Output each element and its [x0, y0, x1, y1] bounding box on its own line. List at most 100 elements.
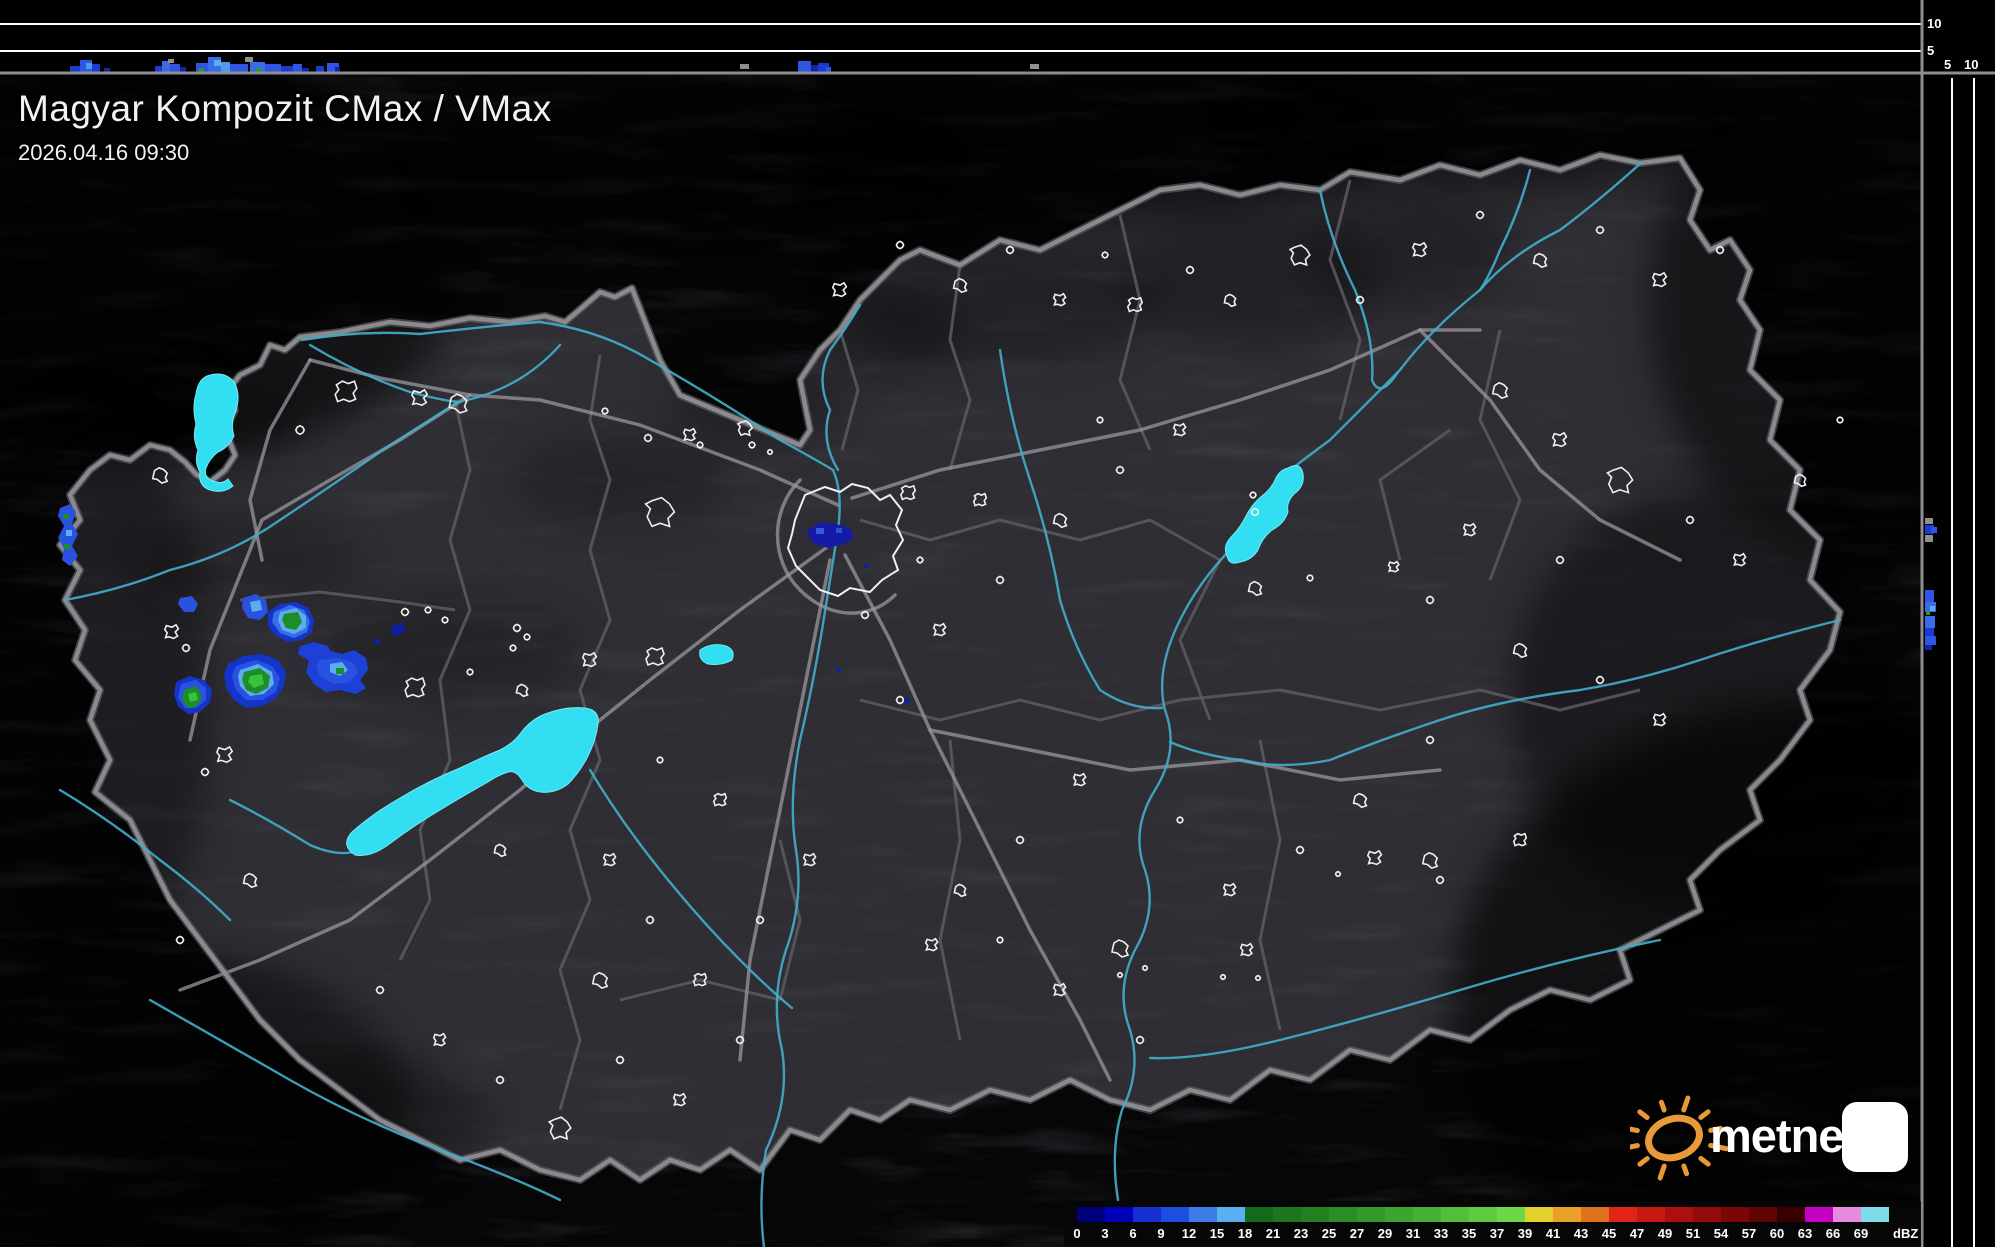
colorbar-tick-label: 45 — [1602, 1226, 1616, 1241]
top-strip-echo — [281, 66, 293, 72]
colorbar-tick-label: 49 — [1658, 1226, 1672, 1241]
colorbar-segment — [1161, 1207, 1189, 1222]
colorbar-segment — [1609, 1207, 1637, 1222]
colorbar-segment — [1217, 1207, 1245, 1222]
right-strip-echo — [1925, 645, 1932, 650]
right-strip-echo — [1925, 636, 1936, 645]
colorbar-segment — [1441, 1207, 1469, 1222]
colorbar-tick-label: 21 — [1266, 1226, 1280, 1241]
sun-ray — [1640, 1112, 1647, 1118]
mountain-shade — [170, 1055, 490, 1185]
map-area — [0, 40, 1995, 1247]
radar-echo-dot — [64, 544, 70, 549]
top-strip-echo — [221, 62, 230, 72]
right-profile-axis-label-10: 10 — [1964, 57, 1978, 72]
colorbar-tick-label: 39 — [1518, 1226, 1532, 1241]
colorbar-segment — [1133, 1207, 1161, 1222]
colorbar-tick-label: 51 — [1686, 1226, 1700, 1241]
page-title: Magyar Kompozit CMax / VMax — [18, 88, 552, 130]
right-strip-echo — [1930, 606, 1935, 611]
colorbar-swatches — [1077, 1207, 1889, 1222]
colorbar-tick-label: 33 — [1434, 1226, 1448, 1241]
colorbar-tick-label: 41 — [1546, 1226, 1560, 1241]
top-profile-axis-label-10: 10 — [1927, 16, 1941, 31]
sun-ray — [1684, 1098, 1688, 1110]
colorbar-tick-label: 0 — [1073, 1226, 1080, 1241]
colorbar-tick-label: 27 — [1350, 1226, 1364, 1241]
radar-echo-dot — [904, 698, 910, 703]
colorbar-segment — [1189, 1207, 1217, 1222]
sun-ray — [1661, 1102, 1664, 1110]
top-strip-echo — [180, 67, 186, 72]
top-strip-echo — [170, 64, 180, 72]
sun-ellipse — [1643, 1112, 1704, 1164]
right-strip-echo — [1925, 518, 1933, 524]
top-strip-echo — [245, 57, 253, 62]
colorbar-segment — [1329, 1207, 1357, 1222]
top-strip-echo — [230, 64, 248, 72]
top-strip-echo — [293, 64, 302, 72]
top-profile-axis-label-5: 5 — [1927, 43, 1934, 58]
colorbar-tick-label: 3 — [1101, 1226, 1108, 1241]
colorbar-segment — [1581, 1207, 1609, 1222]
colorbar-tick-label: 29 — [1378, 1226, 1392, 1241]
radar-echo-dot — [63, 514, 69, 519]
colorbar-segment — [1777, 1207, 1805, 1222]
radar-echo-dot — [336, 668, 344, 674]
right-strip-echo — [1931, 527, 1937, 533]
colorbar-segment — [1665, 1207, 1693, 1222]
top-strip-echo — [798, 61, 811, 72]
metnet-logo: metnet — [1630, 1090, 1920, 1185]
radar-echo-dot — [864, 564, 869, 568]
radar-echo-dot — [816, 528, 824, 534]
colorbar-tick-label: 6 — [1129, 1226, 1136, 1241]
colorbar-segment — [1301, 1207, 1329, 1222]
top-strip-echo — [256, 68, 261, 72]
colorbar-tick-label: 18 — [1238, 1226, 1252, 1241]
colorbar-segment — [1077, 1207, 1105, 1222]
top-strip-echo — [70, 66, 80, 72]
top-profile-strip — [0, 0, 1995, 73]
radar-echo-dot — [836, 528, 842, 533]
dbz-colorbar: 0369121518212325272931333537394143454749… — [1064, 1201, 1921, 1247]
colorbar-tick-label: 12 — [1182, 1226, 1196, 1241]
mountain-shade — [805, 285, 955, 375]
radar-echo-dot — [374, 639, 380, 644]
app-icon — [1842, 1102, 1908, 1172]
lake-velence — [700, 645, 733, 665]
top-strip-echo — [316, 66, 324, 72]
colorbar-segment — [1553, 1207, 1581, 1222]
top-strip-echo — [199, 68, 204, 72]
colorbar-tick-label: 69 — [1854, 1226, 1868, 1241]
colorbar-tick-label: 35 — [1462, 1226, 1476, 1241]
colorbar-unit-label: dBZ — [1893, 1226, 1918, 1241]
mountain-shade — [1510, 490, 1890, 910]
radar-echo-dot — [66, 530, 72, 536]
top-strip-echo — [811, 65, 818, 72]
right-strip-echo — [1925, 590, 1934, 602]
colorbar-tick-label: 63 — [1798, 1226, 1812, 1241]
colorbar-segment — [1469, 1207, 1497, 1222]
colorbar-tick-label: 25 — [1322, 1226, 1336, 1241]
top-strip-echo — [86, 63, 92, 69]
sun-ray — [1660, 1166, 1664, 1178]
colorbar-tick-label: 66 — [1826, 1226, 1840, 1241]
top-strip-echo — [1030, 64, 1039, 69]
title-block: Magyar Kompozit CMax / VMax 2026.04.16 0… — [18, 88, 552, 166]
right-strip-echo — [1925, 535, 1933, 542]
right-strip-echo — [1925, 628, 1934, 636]
colorbar-segment — [1273, 1207, 1301, 1222]
colorbar-tick-label: 57 — [1742, 1226, 1756, 1241]
colorbar-segment — [1693, 1207, 1721, 1222]
colorbar-tick-label: 15 — [1210, 1226, 1224, 1241]
mountain-shade — [510, 435, 730, 525]
sun-ray — [1684, 1166, 1687, 1174]
sun-ray — [1630, 1146, 1637, 1148]
colorbar-segment — [1525, 1207, 1553, 1222]
colorbar-segment — [1497, 1207, 1525, 1222]
colorbar-segment — [1105, 1207, 1133, 1222]
colorbar-tick-label: 60 — [1770, 1226, 1784, 1241]
colorbar-tick-label: 23 — [1294, 1226, 1308, 1241]
colorbar-segment — [1245, 1207, 1273, 1222]
colorbar-segment — [1413, 1207, 1441, 1222]
